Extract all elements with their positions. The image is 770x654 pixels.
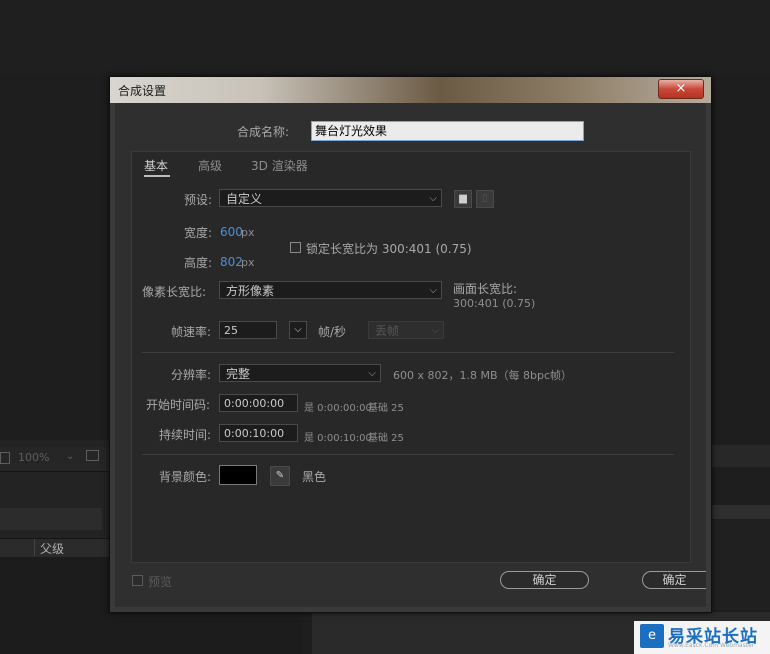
preview-checkbox[interactable] <box>132 575 143 586</box>
drop-frame-value: 丢帧 <box>375 324 400 338</box>
duration-input[interactable]: 0:00:10:00 <box>219 424 298 442</box>
eyedropper-button[interactable]: ✎ <box>270 466 290 486</box>
preset-select[interactable]: 自定义 ⌵ <box>219 189 442 207</box>
chevron-down-icon: ⌵ <box>294 324 302 335</box>
background-color-label: 背景颜色: <box>159 470 212 484</box>
start-timecode-input[interactable]: 0:00:00:00 <box>219 394 298 412</box>
start-timecode-info: 是 0:00:00:00 <box>304 403 372 414</box>
tab-advanced[interactable]: 高级 <box>198 157 222 174</box>
dialog-title: 合成设置 <box>118 84 167 98</box>
chevron-down-icon: ⌵ <box>368 368 376 379</box>
watermark-logo-icon: e <box>640 624 664 648</box>
pixel-aspect-label: 像素长宽比: <box>142 285 207 299</box>
pixel-aspect-value: 方形像素 <box>226 284 275 298</box>
composition-name-input[interactable]: 舞台灯光效果 <box>311 121 584 141</box>
height-unit: px <box>241 256 255 269</box>
chevron-down-icon: ⌵ <box>429 193 437 204</box>
frame-aspect-value: 300:401 (0.75) <box>453 297 536 310</box>
start-timecode-base: 基础 25 <box>368 403 404 414</box>
pixel-aspect-select[interactable]: 方形像素 ⌵ <box>219 281 442 299</box>
ok-button[interactable]: 确定 <box>500 571 589 589</box>
preview-label: 预览 <box>148 575 173 589</box>
width-unit: px <box>241 226 255 239</box>
composition-settings-dialog: 合成设置 × 合成名称: 舞台灯光效果 基本 高级 3D 渲染器 预设: 自定义… <box>109 76 712 613</box>
frame-rate-input[interactable]: 25 <box>219 321 277 339</box>
resolution-select[interactable]: 完整 ⌵ <box>219 364 381 382</box>
drop-frame-select[interactable]: 丢帧 ⌵ <box>368 321 444 339</box>
active-tab-indicator <box>144 175 170 177</box>
save-icon: ▆ <box>459 193 467 204</box>
duration-base: 基础 25 <box>368 433 404 444</box>
settings-tab-panel: 基本 高级 3D 渲染器 预设: 自定义 ⌵ ▆ ▯ 宽度: 600 px 锁定… <box>131 151 691 563</box>
preset-value: 自定义 <box>226 192 263 206</box>
resolution-value: 完整 <box>226 367 251 381</box>
frame-rate-label: 帧速率: <box>171 325 212 339</box>
eyedropper-icon: ✎ <box>275 470 285 481</box>
chevron-down-icon: ⌵ <box>431 325 439 336</box>
app-top-area <box>0 0 770 75</box>
right-panel-area <box>710 520 770 610</box>
chevron-down-icon[interactable]: ⌄ <box>66 451 74 462</box>
watermark-subtext: Www.Easck.Com Webmaster <box>668 642 755 649</box>
height-value[interactable]: 802 <box>220 255 243 269</box>
close-button[interactable]: × <box>658 79 704 99</box>
height-label: 高度: <box>184 256 213 270</box>
dialog-titlebar[interactable]: 合成设置 × <box>110 77 711 103</box>
preset-label: 预设: <box>184 193 213 207</box>
background-color-name: 黑色 <box>302 470 327 484</box>
frame-rate-dropdown[interactable]: ⌵ <box>289 321 307 339</box>
delete-preset-button[interactable]: ▯ <box>476 190 494 208</box>
frame-aspect-label: 画面长宽比: <box>453 282 518 296</box>
start-timecode-label: 开始时间码: <box>146 398 211 412</box>
composition-name-label: 合成名称: <box>237 125 290 139</box>
width-label: 宽度: <box>184 226 213 240</box>
duration-info: 是 0:00:10:00 <box>304 433 372 444</box>
trash-icon: ▯ <box>482 193 488 204</box>
tab-basic[interactable]: 基本 <box>144 157 168 174</box>
safe-margins-icon[interactable] <box>86 450 99 461</box>
dialog-body: 合成名称: 舞台灯光效果 基本 高级 3D 渲染器 预设: 自定义 ⌵ ▆ ▯ … <box>115 103 706 607</box>
close-icon: × <box>675 81 687 96</box>
viewer-toggle-icon[interactable] <box>0 452 10 464</box>
lock-aspect-checkbox[interactable] <box>290 242 301 253</box>
resolution-info: 600 x 802，1.8 MB（每 8bpc帧） <box>393 369 573 382</box>
frame-rate-unit: 帧/秒 <box>318 325 347 339</box>
section-divider <box>142 352 674 353</box>
column-divider[interactable] <box>34 539 35 556</box>
parent-column-header[interactable]: 父级 <box>40 540 64 557</box>
chevron-down-icon: ⌵ <box>429 285 437 296</box>
ok-button-secondary[interactable]: 确定 <box>642 571 706 589</box>
right-panel-bar <box>710 445 770 467</box>
zoom-select[interactable]: 100% <box>18 451 49 464</box>
duration-label: 持续时间: <box>159 428 212 442</box>
tab-3d-renderer[interactable]: 3D 渲染器 <box>251 157 308 174</box>
resolution-label: 分辨率: <box>171 368 212 382</box>
lock-aspect-label: 锁定长宽比为 300:401 (0.75) <box>306 242 472 256</box>
width-value[interactable]: 600 <box>220 225 243 239</box>
section-divider <box>142 454 674 455</box>
save-preset-button[interactable]: ▆ <box>454 190 472 208</box>
timeline-search-strip[interactable] <box>0 508 102 530</box>
background-color-swatch[interactable] <box>219 465 257 485</box>
right-panel-strip <box>710 505 770 519</box>
